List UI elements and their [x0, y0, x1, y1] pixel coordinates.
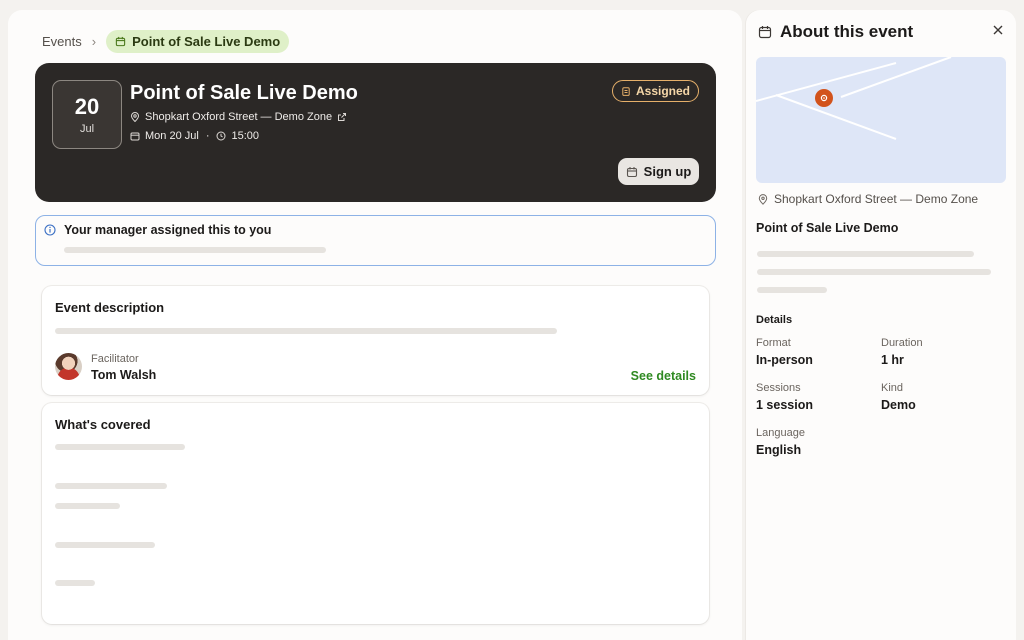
clipboard-icon [622, 87, 630, 96]
breadcrumb-current-label: Point of Sale Live Demo [132, 34, 281, 49]
clock-icon [216, 131, 226, 141]
date-badge: 20 Jul [52, 80, 122, 149]
side-title: About this event [780, 22, 914, 41]
side-header: About this event [758, 22, 913, 42]
location-map[interactable] [756, 57, 1006, 183]
sign-up-label: Sign up [643, 164, 692, 179]
calendar-icon [758, 26, 772, 39]
event-datetime: Mon 20 Jul · 15:00 [130, 130, 259, 142]
duration-label: Duration [881, 337, 923, 349]
language-label: Language [756, 427, 805, 439]
side-event-name: Point of Sale Live Demo [756, 221, 899, 235]
side-location-label: Shopkart Oxford Street — Demo Zone [774, 192, 979, 206]
see-details-link[interactable]: See details [631, 369, 696, 383]
event-hero: 20 Jul Point of Sale Live Demo Shopkart … [35, 63, 716, 202]
external-link-icon [338, 113, 347, 121]
breadcrumb-events-link[interactable]: Events [42, 34, 82, 49]
calendar-icon [130, 132, 140, 141]
notice-skeleton-line [64, 247, 326, 253]
kind-value: Demo [881, 398, 916, 412]
side-skeleton-line [757, 287, 827, 293]
chevron-right-icon: › [91, 34, 97, 49]
kind-label: Kind [881, 382, 904, 394]
map-pin-icon [130, 112, 140, 122]
info-icon [44, 224, 56, 236]
facilitator-label: Facilitator [91, 353, 139, 365]
format-label: Format [756, 337, 791, 349]
calendar-add-icon [626, 166, 637, 177]
facilitator-name: Tom Walsh [91, 368, 157, 382]
format-value: In-person [756, 353, 813, 367]
avatar [55, 353, 82, 380]
duration-value: 1 hr [881, 353, 904, 367]
event-time: 15:00 [231, 130, 260, 142]
side-skeleton-line [757, 251, 974, 257]
event-location[interactable]: Shopkart Oxford Street — Demo Zone [130, 111, 347, 123]
event-location-label: Shopkart Oxford Street — Demo Zone [145, 111, 333, 123]
language-value: English [756, 443, 802, 457]
date-month: Jul [79, 122, 95, 135]
date-day: 20 [74, 93, 100, 119]
details-heading: Details [756, 314, 793, 326]
description-skeleton-line [55, 328, 557, 334]
map-pin-icon [758, 193, 768, 205]
description-title: Event description [55, 300, 165, 315]
sessions-label: Sessions [756, 382, 801, 394]
sessions-value: 1 session [756, 398, 813, 412]
covered-skeleton-line [55, 444, 185, 450]
sign-up-button[interactable]: Sign up [618, 158, 699, 185]
separator-dot: · [205, 130, 210, 142]
map-pin-icon[interactable] [815, 89, 833, 107]
covered-skeleton-line [55, 542, 155, 548]
side-location: Shopkart Oxford Street — Demo Zone [758, 192, 978, 206]
event-description-card: Event description Facilitator Tom Walsh … [42, 286, 709, 395]
covered-skeleton-line [55, 580, 95, 586]
whats-covered-title: What's covered [55, 417, 151, 432]
assignment-notice: Your manager assigned this to you [35, 215, 716, 266]
main-panel: Events › Point of Sale Live Demo 20 Jul … [8, 10, 742, 640]
assigned-label: Assigned [635, 84, 690, 98]
breadcrumb: Events › Point of Sale Live Demo [42, 30, 290, 53]
covered-skeleton-line [55, 503, 120, 509]
event-date: Mon 20 Jul [145, 130, 199, 142]
event-title: Point of Sale Live Demo [130, 82, 358, 104]
whats-covered-card: What's covered [42, 403, 709, 624]
close-icon[interactable] [992, 24, 1004, 36]
notice-text: Your manager assigned this to you [64, 223, 272, 237]
assigned-badge: Assigned [611, 80, 699, 102]
about-event-panel: About this event Shopkart Oxford Street … [746, 10, 1016, 640]
map-roads [756, 57, 952, 140]
breadcrumb-current: Point of Sale Live Demo [106, 30, 290, 53]
side-skeleton-line [757, 269, 991, 275]
covered-skeleton-line [55, 483, 167, 489]
calendar-icon [115, 36, 126, 47]
